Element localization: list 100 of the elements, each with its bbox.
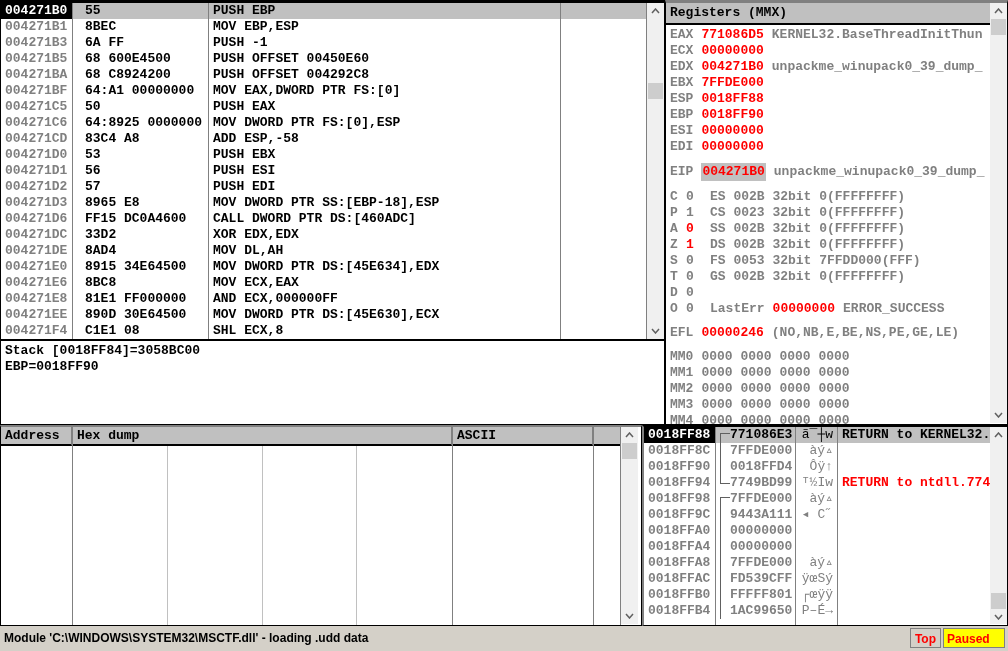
address-cell[interactable]: 0018FF90 xyxy=(644,459,715,475)
address-cell[interactable]: 004271D6 xyxy=(1,211,72,227)
instruction-cell-text: MOV EBP,ESP xyxy=(212,19,300,35)
register-comment: unpackme_winupack0_39_dump_ xyxy=(771,59,983,75)
address-cell[interactable]: 0018FFB4 xyxy=(644,603,715,619)
register-value[interactable]: 004271B0 xyxy=(701,59,764,75)
scrollbar[interactable] xyxy=(647,3,664,339)
address-cell[interactable]: 0018FFAC xyxy=(644,571,715,587)
register-value[interactable]: 0018FF88 xyxy=(701,91,764,107)
stack-value: 0018FFD4 xyxy=(730,459,793,475)
scrollbar[interactable] xyxy=(990,3,1007,423)
stack-comment: RETURN to KERNEL32. xyxy=(842,427,990,442)
register-value[interactable]: 7FFDE000 xyxy=(701,75,764,91)
address-cell[interactable]: 004271B1 xyxy=(1,19,72,35)
register-value[interactable]: 00000000 xyxy=(701,123,764,139)
register-value[interactable]: 004271B0 xyxy=(701,163,766,181)
flag-value[interactable]: 0 xyxy=(686,221,710,237)
address-cell[interactable]: 004271B0 xyxy=(1,3,72,19)
instruction-cell-text: ADD ESP,-58 xyxy=(212,131,300,147)
scroll-thumb[interactable] xyxy=(622,443,637,459)
address-cell[interactable]: 004271C5 xyxy=(1,99,72,115)
address-cell[interactable]: 004271D0 xyxy=(1,147,72,163)
ascii-text: ã¯┼w xyxy=(801,427,833,442)
register-value[interactable]: 0000 0000 0000 0000 xyxy=(701,349,850,365)
register-name: MM0 xyxy=(670,349,695,365)
address-cell[interactable]: 004271E0 xyxy=(1,259,72,275)
register-value[interactable]: 0000 0000 0000 0000 xyxy=(701,365,850,381)
scrollbar[interactable] xyxy=(621,427,638,624)
hex-cell-text: 8915 34E64500 xyxy=(84,259,188,275)
address-cell[interactable]: 004271E6 xyxy=(1,275,72,291)
scroll-thumb[interactable] xyxy=(991,593,1006,609)
address-cell[interactable]: 004271B3 xyxy=(1,35,72,51)
register-name: EDX xyxy=(670,59,695,75)
scroll-thumb[interactable] xyxy=(991,19,1006,35)
address-cell[interactable]: 004271C6 xyxy=(1,115,72,131)
ascii-text: ᵀ½Iw xyxy=(801,475,833,490)
instruction-cell-text: XOR EDX,EDX xyxy=(212,227,300,243)
register-name: MM1 xyxy=(670,365,695,381)
hex-cell-text: 64:8925 0000000 xyxy=(84,115,204,131)
stack-comment: RETURN to ntdll.774 xyxy=(842,475,990,490)
column-header[interactable]: Address xyxy=(1,427,72,446)
register-name: MM3 xyxy=(670,397,695,413)
address-cell[interactable]: 0018FFA4 xyxy=(644,539,715,555)
scrollbar[interactable] xyxy=(990,427,1007,624)
address-cell[interactable]: 004271E8 xyxy=(1,291,72,307)
flag-value[interactable]: 0 xyxy=(686,269,710,285)
register-value[interactable]: 0000 0000 0000 0000 xyxy=(701,381,850,397)
register-value[interactable]: 00000000 xyxy=(701,139,764,155)
flag-value[interactable]: 1 xyxy=(686,205,710,221)
register-name: MM4 xyxy=(670,413,695,424)
ascii-text: ÿœSý xyxy=(801,571,833,586)
instruction-cell-text: PUSH EDI xyxy=(212,179,277,195)
register-value[interactable]: 00000246 xyxy=(701,325,764,341)
address-cell[interactable]: 004271D1 xyxy=(1,163,72,179)
flag-name: O xyxy=(670,301,679,317)
address-cell[interactable]: 0018FF8C xyxy=(644,443,715,459)
instruction-cell-text: PUSH ESI xyxy=(212,163,277,179)
address-cell[interactable]: 004271B5 xyxy=(1,51,72,67)
address-cell[interactable]: 0018FFA8 xyxy=(644,555,715,571)
register-name: EDI xyxy=(670,139,695,155)
register-value[interactable]: 0018FF90 xyxy=(701,107,764,123)
flag-value[interactable]: 1 xyxy=(686,237,710,253)
column-header[interactable]: Hex dump xyxy=(73,427,452,446)
address-cell[interactable]: 0018FFA0 xyxy=(644,523,715,539)
instruction-cell: PUSH EBP xyxy=(209,3,560,19)
address-cell[interactable]: 0018FF88 xyxy=(644,427,715,443)
segment-info: DS 002B 32bit 0(FFFFFFFF) xyxy=(710,237,906,253)
register-value[interactable]: 00000000 xyxy=(701,43,764,59)
hex-cell-text: C1E1 08 xyxy=(84,323,141,339)
register-value[interactable]: 0000 0000 0000 0000 xyxy=(701,413,850,424)
address-cell[interactable]: 004271BF xyxy=(1,83,72,99)
stack-value: 1AC99650 xyxy=(730,603,793,619)
register-value[interactable]: 0000 0000 0000 0000 xyxy=(701,397,850,413)
address-cell[interactable]: 004271D3 xyxy=(1,195,72,211)
flag-value[interactable]: 0 xyxy=(686,189,710,205)
address-cell[interactable]: 0018FF98 xyxy=(644,491,715,507)
flag-value[interactable]: 0 xyxy=(686,301,710,317)
address-cell[interactable]: 004271DE xyxy=(1,243,72,259)
address-cell[interactable]: 004271F4 xyxy=(1,323,72,339)
instruction-cell-text: PUSH OFFSET 004292C8 xyxy=(212,67,371,83)
address-cell[interactable]: 0018FF9C xyxy=(644,507,715,523)
instruction-cell-text: MOV EAX,DWORD PTR FS:[0] xyxy=(212,83,402,99)
address-cell[interactable]: 0018FFB0 xyxy=(644,587,715,603)
ascii-text: àý▵ xyxy=(809,443,833,458)
hex-cell-text: 8AD4 xyxy=(84,243,118,259)
scroll-thumb[interactable] xyxy=(648,83,663,99)
register-name: MM2 xyxy=(670,381,695,397)
address-cell[interactable]: 004271BA xyxy=(1,67,72,83)
flag-value[interactable]: 0 xyxy=(686,285,710,301)
address-cell[interactable]: 004271CD xyxy=(1,131,72,147)
flag-value[interactable]: 0 xyxy=(686,253,710,269)
register-value[interactable]: 771086D5 xyxy=(701,27,764,43)
address-cell[interactable]: 004271DC xyxy=(1,227,72,243)
hex-cell: 55 xyxy=(73,3,208,19)
flag-name: P xyxy=(670,205,679,221)
column-header xyxy=(594,427,620,446)
address-cell[interactable]: 004271D2 xyxy=(1,179,72,195)
address-cell[interactable]: 0018FF94 xyxy=(644,475,715,491)
column-header[interactable]: ASCII xyxy=(453,427,593,446)
address-cell[interactable]: 004271EE xyxy=(1,307,72,323)
